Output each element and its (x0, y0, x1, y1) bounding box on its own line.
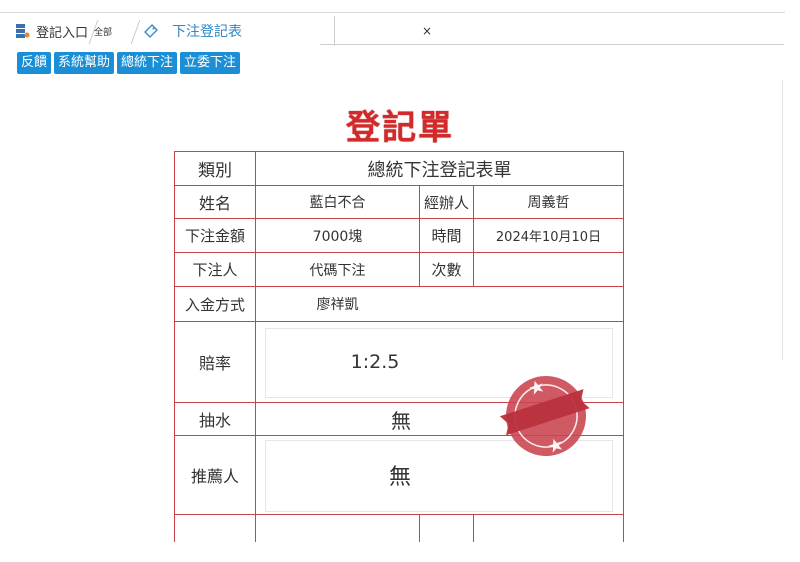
time-label: 時間 (431, 227, 462, 245)
name-value: 藍白不合 (309, 195, 366, 211)
rake-label: 抽水 (198, 411, 231, 430)
count-value (474, 253, 623, 286)
top-divider (0, 12, 785, 13)
category-value: 總統下注登記表單 (367, 159, 512, 181)
tag-icon (144, 24, 158, 38)
count-label: 次數 (431, 261, 462, 279)
toolbar: 反饋 系統幫助 總統下注 立委下注 (17, 52, 241, 74)
database-icon (16, 24, 30, 38)
tab-form[interactable]: 下注登記表 × (138, 16, 432, 46)
tab-home-label: 登記入口 (36, 25, 89, 41)
deposit-label: 入金方式 (184, 295, 245, 314)
tab-underline (320, 44, 784, 45)
form-title: 登記單 (346, 108, 454, 148)
row-divider (175, 514, 623, 515)
legislator-bet-button[interactable]: 立委下注 (180, 52, 241, 74)
tab-home[interactable]: 登記入口 (14, 16, 99, 46)
feedback-button[interactable]: 反饋 (17, 52, 52, 74)
tab-form-label: 下注登記表 (172, 24, 242, 40)
category-label: 類別 (198, 161, 232, 181)
president-bet-button[interactable]: 總統下注 (117, 52, 178, 74)
deposit-value: 廖祥凱 (316, 297, 359, 313)
tab-all-label: 全部 (94, 27, 113, 38)
help-button[interactable]: 系統幫助 (54, 52, 115, 74)
handler-label: 經辦人 (423, 193, 469, 212)
tab-all[interactable]: 全部 (94, 16, 141, 46)
referrer-value: 無 (388, 465, 411, 490)
odds-value: 1:2.5 (350, 351, 400, 373)
referrer-label: 推薦人 (190, 467, 239, 486)
name-label: 姓名 (198, 194, 231, 213)
handler-value: 周義哲 (527, 195, 570, 211)
time-value: 2024年10月10日 (495, 230, 602, 245)
amount-label: 下注金額 (184, 227, 245, 245)
amount-value: 7000塊 (312, 228, 363, 245)
bettor-label: 下注人 (192, 261, 238, 279)
column-divider (473, 514, 474, 542)
bettor-value: 代碼下注 (309, 262, 366, 279)
tab-bar: 登記入口 全部 下注登記表 × (14, 16, 784, 46)
odds-label: 賠率 (198, 354, 231, 373)
registration-form: 類別 總統下注登記表單 姓名 藍白不合 經辦人 周義哲 下注金額 7000塊 時… (174, 151, 624, 542)
column-divider (419, 514, 420, 542)
close-icon[interactable]: × (422, 24, 432, 38)
